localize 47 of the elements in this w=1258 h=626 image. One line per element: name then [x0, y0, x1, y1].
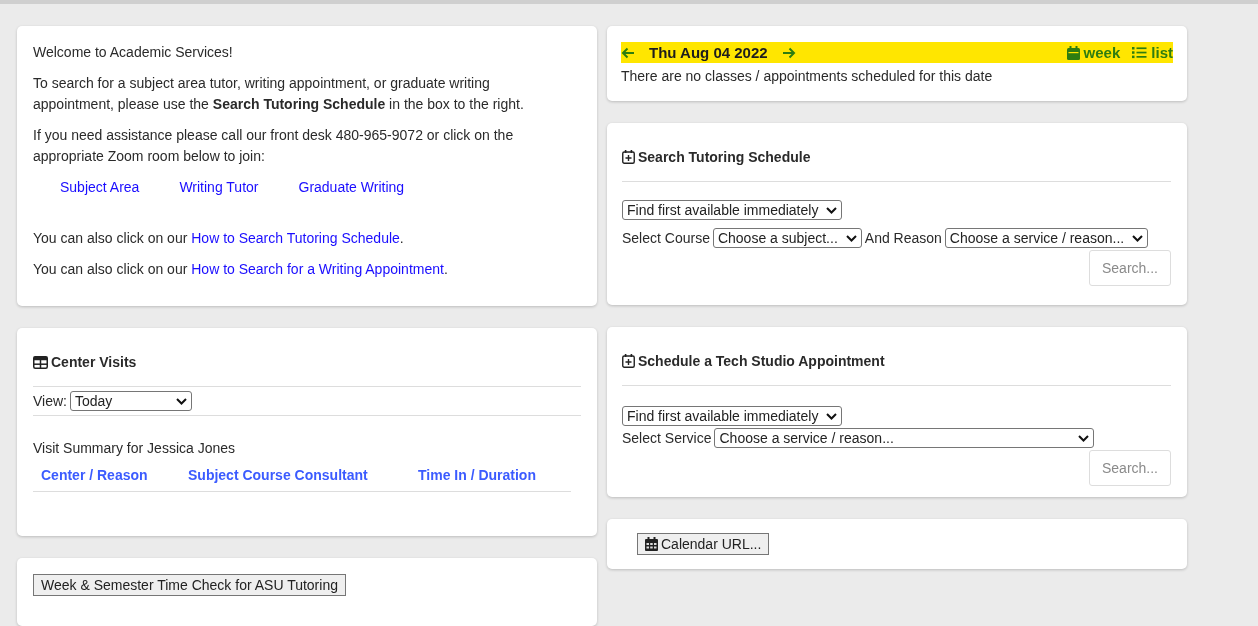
view-link[interactable]: list	[1132, 44, 1173, 61]
calendar-plus-icon	[622, 150, 635, 164]
zoom-room-link[interactable]: Subject Area	[60, 177, 140, 198]
card-title: Center Visits	[51, 354, 137, 370]
choice-dropdown[interactable]: Choose a subject...	[712, 228, 862, 248]
chevron-down-icon	[826, 206, 838, 214]
welcome-text: Welcome to Academic Services!	[33, 43, 234, 62]
view-dropdown[interactable]: Today	[70, 391, 192, 411]
field-label: And Reason	[864, 230, 942, 246]
column-header[interactable]: Time In / Duration	[418, 467, 536, 483]
help-link[interactable]: How to Search for a Writing Appointment	[191, 261, 444, 277]
calendar-plus-icon	[622, 354, 635, 368]
list-icon	[1132, 46, 1148, 59]
card-title: Schedule a Tech Studio Appointment	[638, 353, 885, 369]
time-check-button[interactable]: Week & Semester Time Check for ASU Tutoring	[33, 573, 346, 596]
field-label: Select Course	[622, 230, 710, 246]
table-icon	[33, 355, 48, 369]
calendar-icon	[645, 537, 658, 551]
arrow-left-icon[interactable]	[621, 46, 635, 59]
help-text: You can also click on our How to Search for a Writing Appointment.	[33, 260, 449, 279]
info-paragraph: If you need assistance please call our front desk 480-965-9072 or click on the appropriate Zoom room below to join:	[33, 126, 515, 166]
no-appointments-message: There are no classes / appointments scheduled for this date	[621, 67, 994, 86]
column-header[interactable]: Center / Reason	[41, 467, 188, 483]
current-date: Thu Aug 04 2022	[649, 44, 768, 61]
info-paragraph: To search for a subject area tutor, writing appointment, or graduate writing appointment, please use the Search Tutoring Schedule in the box to the right.	[33, 74, 525, 114]
chevron-down-icon	[176, 397, 187, 405]
chevron-down-icon	[826, 412, 838, 420]
field-label: Select Service	[622, 430, 712, 446]
chevron-down-icon	[845, 234, 857, 242]
choice-dropdown[interactable]: Choose a service / reason...	[714, 428, 1095, 448]
chevron-down-icon	[1132, 234, 1144, 242]
card-title: Search Tutoring Schedule	[638, 149, 811, 165]
calendar-url-button[interactable]: Calendar URL...	[637, 533, 770, 555]
column-header[interactable]: Subject Course Consultant	[188, 467, 418, 483]
arrow-right-icon[interactable]	[781, 46, 796, 59]
choice-dropdown[interactable]: Choose a service / reason...	[944, 228, 1149, 248]
help-text: You can also click on our How to Search Tutoring Schedule.	[33, 229, 405, 248]
zoom-room-link[interactable]: Writing Tutor	[179, 177, 259, 198]
mode-dropdown[interactable]: Find first available immediately	[622, 406, 843, 426]
visit-summary: Visit Summary for Jessica Jones	[33, 439, 237, 458]
zoom-room-link[interactable]: Graduate Writing	[298, 177, 405, 198]
view-label: View:	[33, 393, 67, 409]
view-link[interactable]: week	[1066, 44, 1121, 61]
chevron-down-icon	[1078, 434, 1090, 442]
help-link[interactable]: How to Search Tutoring Schedule	[191, 230, 400, 246]
calendar-icon	[1066, 45, 1080, 60]
mode-dropdown[interactable]: Find first available immediately	[622, 200, 843, 220]
